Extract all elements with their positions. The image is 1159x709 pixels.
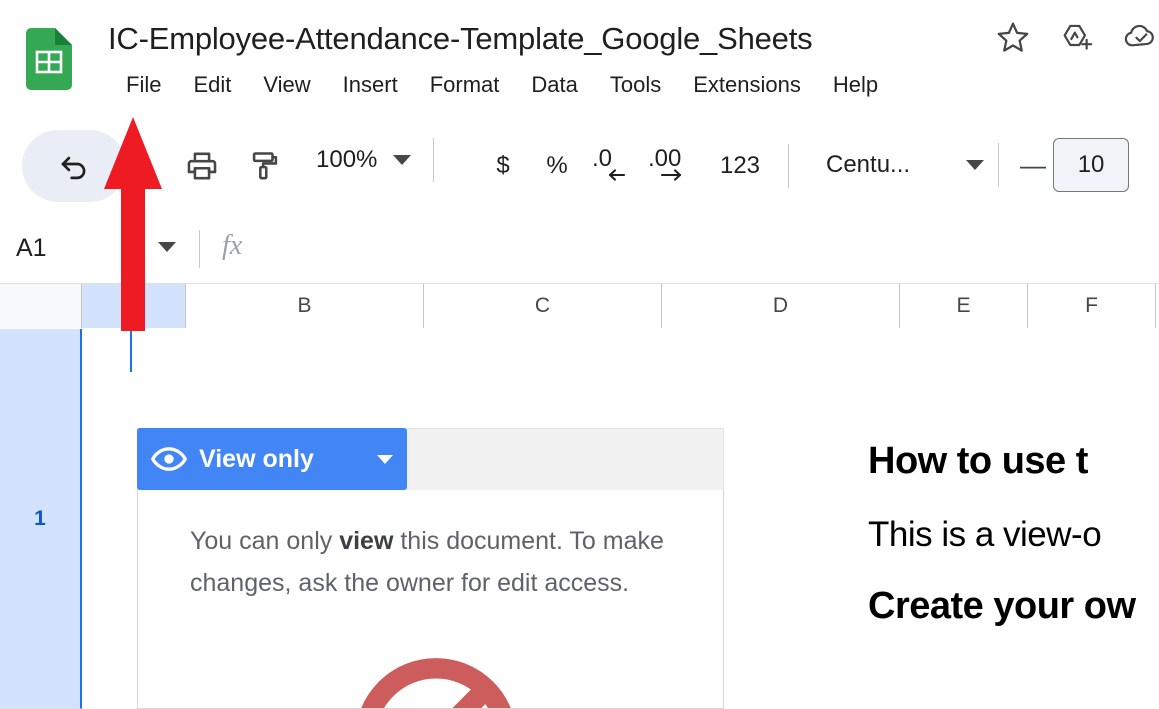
increase-decimal-label: .00 (648, 145, 681, 172)
formula-bar-divider (199, 230, 200, 268)
view-only-label: View only (199, 445, 369, 474)
font-family-label: Centu... (826, 151, 910, 179)
chevron-down-icon-font (966, 160, 984, 170)
column-headers: A B C D E F G (0, 284, 1159, 328)
column-header-d[interactable]: D (662, 284, 900, 328)
decrease-decimal-button[interactable]: .0 (584, 138, 642, 194)
menu-item-edit[interactable]: Edit (177, 70, 247, 100)
column-header-c[interactable]: C (424, 284, 662, 328)
menu-item-view[interactable]: View (247, 70, 326, 100)
font-size-input[interactable]: 10 (1053, 138, 1129, 192)
decrease-font-size-button[interactable]: — (1013, 150, 1053, 181)
sheet-text-heading-2: Create your ow (868, 585, 1159, 628)
document-title-row: IC-Employee-Attendance-Template_Google_S… (108, 14, 812, 64)
chevron-down-icon (393, 155, 411, 165)
print-button[interactable] (176, 138, 228, 194)
sheet-text-paragraph: This is a view-o (868, 515, 1159, 555)
column-header-e[interactable]: E (900, 284, 1028, 328)
formula-input[interactable] (270, 214, 1150, 283)
decrease-decimal-label: .0 (592, 145, 612, 172)
toolbar-group-number-format: $ % .0 .00 (476, 138, 801, 194)
view-only-message-bold: view (339, 527, 393, 555)
zoom-level-label: 100% (316, 146, 377, 174)
menu-item-extensions[interactable]: Extensions (677, 70, 817, 100)
star-icon[interactable] (992, 16, 1034, 58)
menu-item-tools[interactable]: Tools (594, 70, 677, 100)
toolbar-divider-2 (788, 144, 789, 188)
name-box-value: A1 (16, 234, 47, 263)
toolbar-divider (433, 138, 434, 182)
formula-bar: A1 fx (0, 214, 1159, 284)
eye-icon (151, 441, 187, 477)
column-header-b[interactable]: B (186, 284, 424, 328)
menu-item-insert[interactable]: Insert (327, 70, 414, 100)
chevron-down-icon-view-only (377, 455, 393, 464)
sheets-logo-icon (26, 28, 72, 90)
name-box-chevron-down-icon[interactable] (158, 242, 176, 252)
toolbar-group-font: Centu... — 10 (826, 138, 1129, 192)
toolbar-divider-3 (998, 143, 999, 187)
view-only-message: You can only view this document. To make… (190, 520, 690, 604)
currency-format-button[interactable]: $ (476, 138, 530, 194)
menu-bar: File Edit View Insert Format Data Tools … (110, 70, 894, 100)
percent-format-button[interactable]: % (530, 138, 584, 194)
page-title[interactable]: IC-Employee-Attendance-Template_Google_S… (108, 21, 812, 57)
no-edit-icon (343, 646, 529, 709)
function-icon[interactable]: fx (222, 230, 242, 262)
menu-item-help[interactable]: Help (817, 70, 894, 100)
font-family-control[interactable]: Centu... (826, 151, 984, 179)
more-formats-button[interactable]: 123 (704, 138, 776, 194)
paint-format-button[interactable] (238, 138, 290, 194)
cloud-saved-icon[interactable] (1120, 16, 1159, 58)
sheet-instructions-text: How to use t This is a view-o Create you… (868, 430, 1159, 709)
toolbar-group-print (176, 138, 290, 194)
column-header-a[interactable]: A (82, 284, 186, 328)
menu-item-format[interactable]: Format (414, 70, 516, 100)
view-only-button[interactable]: View only (137, 428, 407, 490)
active-cell-cursor (130, 329, 132, 372)
move-to-drive-icon[interactable] (1056, 16, 1098, 58)
app-header: IC-Employee-Attendance-Template_Google_S… (0, 0, 1159, 118)
increase-decimal-button[interactable]: .00 (642, 138, 704, 194)
view-only-popup-body: You can only view this document. To make… (137, 490, 724, 709)
toolbar-group-zoom: 100% (306, 138, 446, 182)
view-only-popup: View only You can only view this documen… (137, 428, 724, 709)
toolbar: 100% $ % .0 .00 (0, 118, 1159, 214)
row-header-1[interactable]: 1 (0, 329, 82, 709)
view-only-message-prefix: You can only (190, 527, 339, 555)
zoom-control[interactable]: 100% (306, 146, 421, 174)
menu-item-data[interactable]: Data (515, 70, 593, 100)
google-sheets-window: IC-Employee-Attendance-Template_Google_S… (0, 0, 1159, 709)
column-header-f[interactable]: F (1028, 284, 1156, 328)
title-action-icons (992, 16, 1159, 58)
undo-button[interactable] (46, 138, 102, 194)
sheet-text-heading-1: How to use t (868, 440, 1159, 483)
row-headers: 1 (0, 329, 82, 709)
select-all-corner[interactable] (0, 284, 82, 328)
menu-item-file[interactable]: File (110, 70, 177, 100)
